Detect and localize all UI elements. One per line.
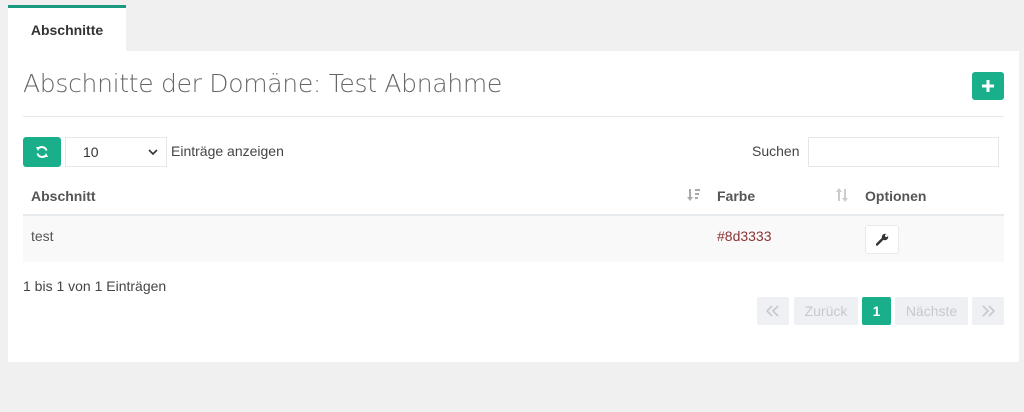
entries-length-value: 10 — [83, 144, 99, 160]
content-panel: Abschnitte der Domäne: Test Abnahme 10 E… — [8, 51, 1019, 362]
table-header: Abschnitt Farbe Optionen — [23, 176, 1004, 216]
double-chevron-right-icon — [982, 305, 995, 317]
plus-icon — [982, 80, 994, 92]
sections-table: Abschnitt Farbe Optionen test #8d3333 — [23, 176, 1004, 262]
cell-abschnitt: test — [31, 228, 54, 244]
entries-length-select[interactable]: 10 — [65, 137, 167, 167]
add-section-button[interactable] — [972, 72, 1004, 100]
chevron-down-icon — [148, 149, 158, 156]
tab-abschnitte[interactable]: Abschnitte — [8, 5, 126, 51]
pagination-next-button[interactable]: Nächste — [895, 297, 968, 325]
table-info: 1 bis 1 von 1 Einträgen — [23, 278, 167, 294]
wrench-icon — [875, 233, 888, 246]
search-label: Suchen — [752, 143, 800, 159]
pagination-last-button[interactable] — [972, 297, 1004, 325]
pagination-next-label: Nächste — [905, 303, 958, 319]
search-input[interactable] — [808, 137, 999, 167]
sort-desc-icon[interactable] — [687, 188, 701, 202]
column-header-farbe[interactable]: Farbe — [717, 188, 755, 204]
entries-length-label: Einträge anzeigen — [171, 143, 284, 159]
pagination-page-1[interactable]: 1 — [862, 297, 891, 325]
column-header-abschnitt[interactable]: Abschnitt — [31, 188, 96, 204]
table-row: test #8d3333 — [23, 216, 1004, 262]
pagination-first-button[interactable] — [757, 297, 789, 325]
tab-abschnitte-label: Abschnitte — [30, 21, 104, 38]
double-chevron-left-icon — [766, 305, 779, 317]
edit-options-button[interactable] — [865, 225, 899, 254]
header-divider — [23, 116, 1004, 117]
sort-both-icon[interactable] — [835, 188, 849, 202]
pagination-prev-button[interactable]: Zurück — [794, 297, 858, 325]
refresh-button[interactable] — [23, 137, 61, 167]
cell-farbe: #8d3333 — [717, 228, 772, 244]
refresh-icon — [36, 146, 48, 158]
column-header-optionen: Optionen — [865, 188, 927, 204]
pagination-page-label: 1 — [872, 303, 881, 319]
page-title: Abschnitte der Domäne: Test Abnahme — [23, 69, 502, 98]
pagination-prev-label: Zurück — [804, 303, 848, 319]
